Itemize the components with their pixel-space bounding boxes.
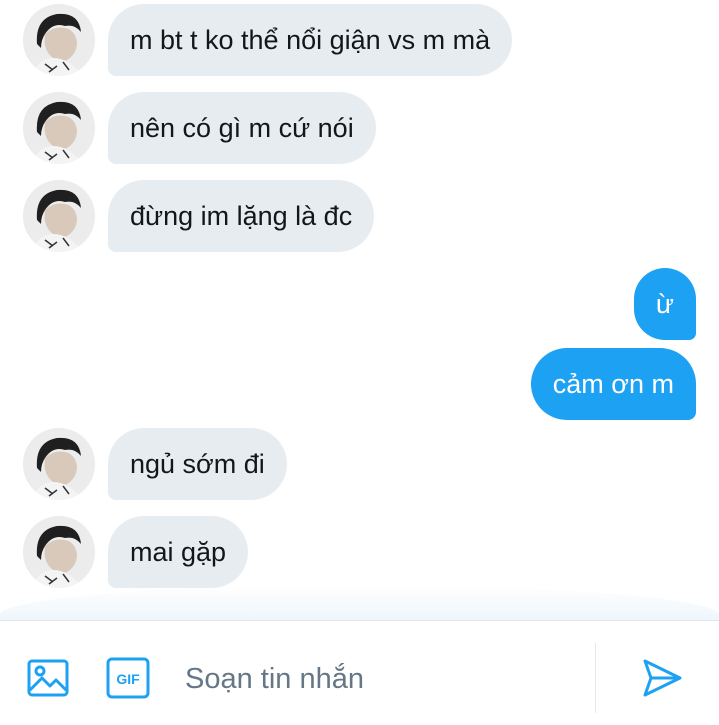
message-row-incoming: đừng im lặng là đc: [0, 180, 719, 252]
message-bubble-incoming[interactable]: mai gặp: [108, 516, 249, 588]
gif-label: GIF: [116, 671, 140, 687]
message-bubble-outgoing[interactable]: ừ: [633, 268, 696, 340]
gif-icon[interactable]: GIF: [106, 656, 150, 700]
message-row-incoming: mai gặp: [0, 516, 719, 588]
message-row-incoming: m bt t ko thể nổi giận vs m mà: [0, 4, 719, 76]
avatar[interactable]: [23, 516, 95, 588]
message-bubble-incoming[interactable]: nên có gì m cứ nói: [108, 92, 376, 164]
divider: [595, 643, 596, 713]
avatar[interactable]: [23, 180, 95, 252]
message-row-incoming: ngủ sớm đi: [0, 428, 719, 500]
avatar[interactable]: [23, 428, 95, 500]
message-row-incoming: nên có gì m cứ nói: [0, 92, 719, 164]
send-icon[interactable]: [640, 656, 684, 700]
avatar[interactable]: [23, 4, 95, 76]
message-bubble-outgoing[interactable]: cảm ơn m: [530, 348, 696, 420]
message-composer: GIF: [0, 620, 719, 725]
image-icon[interactable]: [26, 656, 70, 700]
avatar[interactable]: [23, 92, 95, 164]
message-row-outgoing: ừ: [0, 268, 719, 340]
message-input[interactable]: [185, 659, 580, 699]
message-thread: m bt t ko thể nổi giận vs m mà nên có gì…: [0, 0, 719, 620]
message-bubble-incoming[interactable]: m bt t ko thể nổi giận vs m mà: [108, 4, 513, 76]
message-bubble-incoming[interactable]: ngủ sớm đi: [108, 428, 287, 500]
message-row-outgoing: cảm ơn m: [0, 348, 719, 420]
scroll-fade: [0, 585, 719, 620]
message-bubble-incoming[interactable]: đừng im lặng là đc: [108, 180, 375, 252]
